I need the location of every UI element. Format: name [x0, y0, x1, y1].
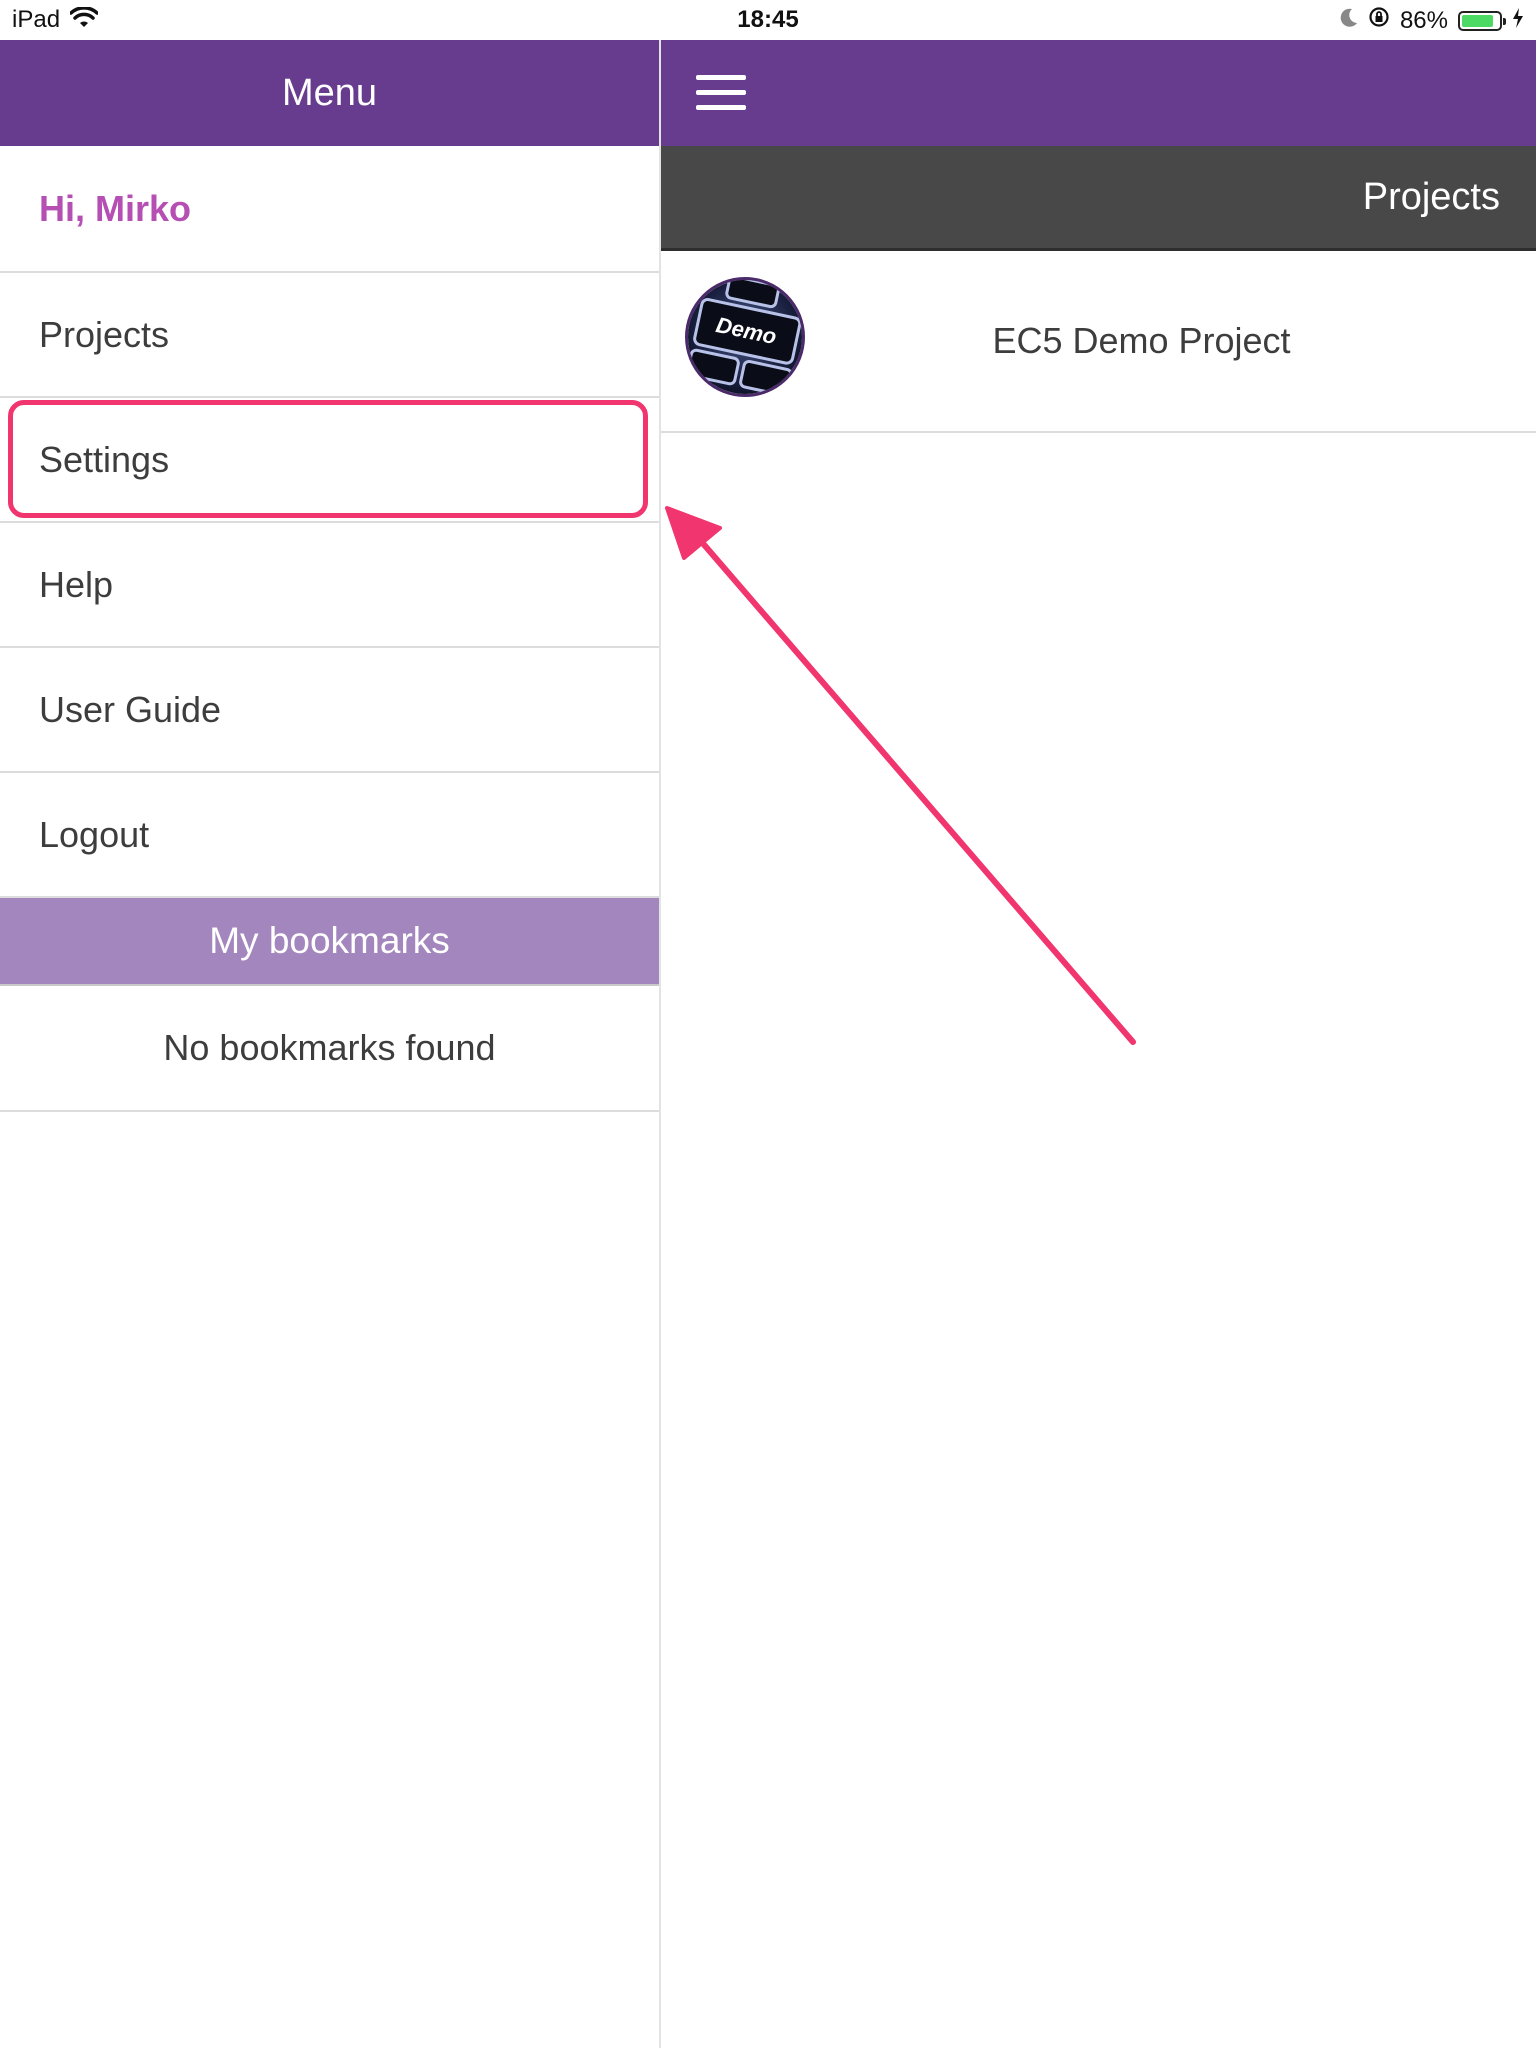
- settings-highlight-annotation: [8, 400, 648, 518]
- project-list-item[interactable]: Demo EC5 Demo Project: [661, 251, 1536, 433]
- battery-icon: [1458, 10, 1506, 31]
- battery-fill: [1462, 14, 1493, 27]
- charging-icon: [1512, 7, 1524, 35]
- status-right-group: 86%: [1340, 6, 1524, 35]
- menu-item-label: Help: [39, 563, 114, 605]
- menu-item-settings[interactable]: Settings: [0, 398, 659, 523]
- menu-item-logout[interactable]: Logout: [0, 773, 659, 898]
- menu-item-label: Logout: [39, 813, 150, 855]
- hamburger-icon[interactable]: [696, 75, 746, 111]
- menu-item-user-guide[interactable]: User Guide: [0, 648, 659, 773]
- status-time: 18:45: [737, 6, 799, 33]
- moon-icon: [1340, 7, 1358, 35]
- menu-item-label: User Guide: [39, 688, 222, 730]
- battery-percent: 86%: [1399, 6, 1448, 34]
- menu-title: Menu: [281, 71, 378, 114]
- user-greeting: Hi, Mirko: [0, 146, 659, 273]
- menu-item-label: Projects: [39, 313, 170, 355]
- bookmarks-header: My bookmarks: [0, 898, 659, 986]
- page-title: Projects: [1362, 175, 1500, 218]
- main-content: Projects Demo EC5 Demo Project: [661, 40, 1536, 2048]
- menu-item-help[interactable]: Help: [0, 523, 659, 648]
- rotation-lock-icon: [1368, 6, 1390, 35]
- status-bar: iPad 18:45 86%: [0, 0, 1536, 40]
- projects-title-bar: Projects: [661, 146, 1536, 251]
- project-name: EC5 Demo Project: [992, 320, 1291, 361]
- top-navbar: [661, 40, 1536, 146]
- bookmarks-empty-message: No bookmarks found: [0, 986, 659, 1112]
- menu-item-projects[interactable]: Projects: [0, 273, 659, 398]
- bookmarks-title: My bookmarks: [209, 920, 450, 961]
- menu-header: Menu: [0, 40, 659, 146]
- side-menu: Menu Hi, Mirko Projects Settings Help Us…: [0, 40, 661, 2048]
